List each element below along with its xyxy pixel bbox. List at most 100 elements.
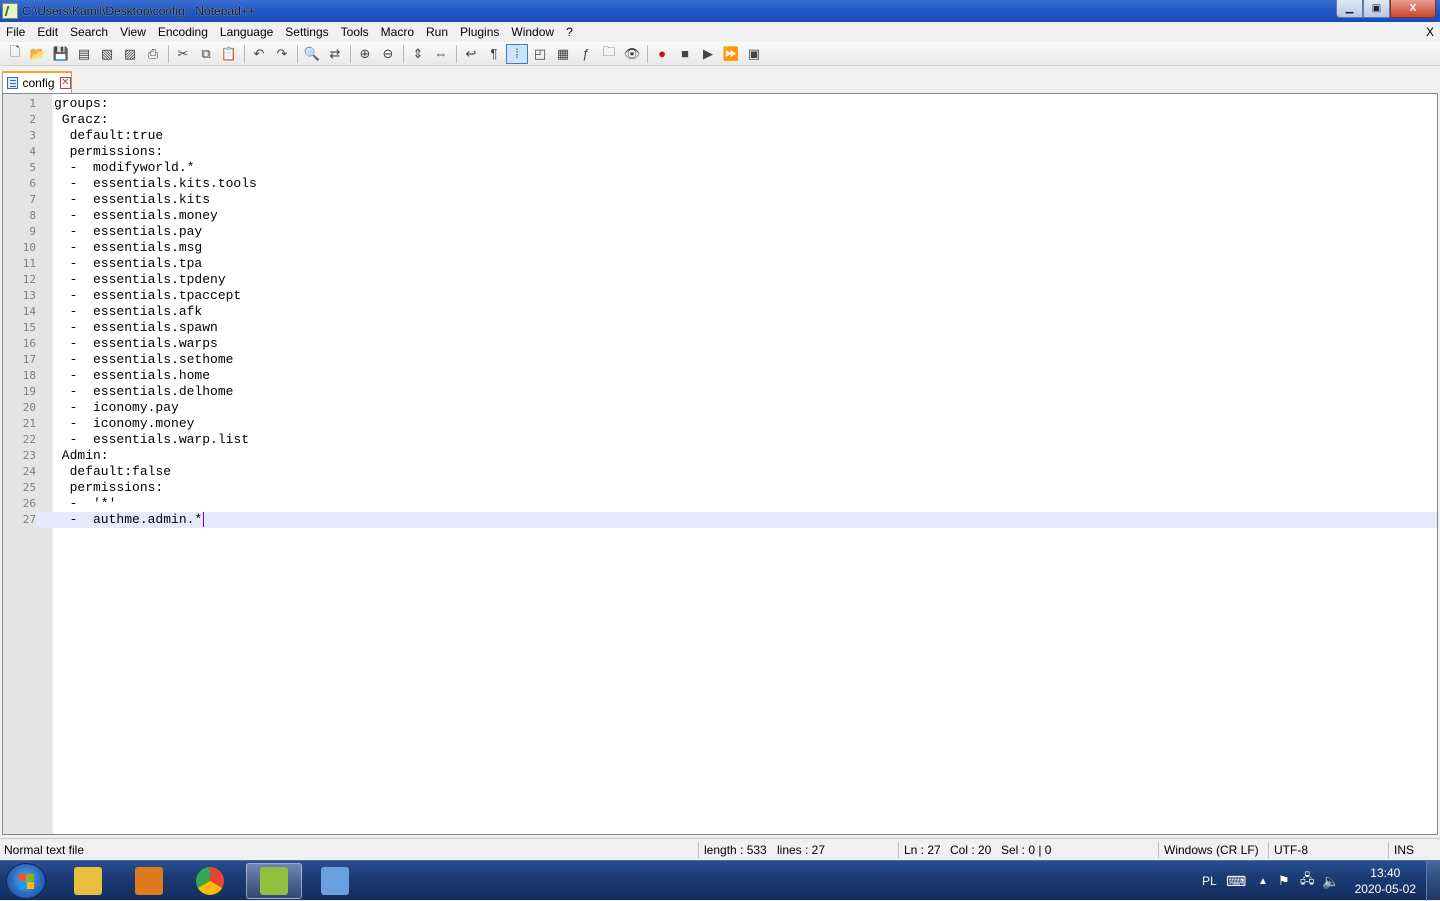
close-all-icon[interactable]: ▨: [119, 44, 141, 64]
editor-line[interactable]: 11 - essentials.tpa: [3, 256, 1437, 272]
line-text[interactable]: - essentials.afk: [54, 304, 203, 320]
zoom-in-icon[interactable]: ⊕: [354, 44, 376, 64]
editor-line[interactable]: 23 Admin:: [3, 448, 1437, 464]
editor-line[interactable]: 13 - essentials.tpaccept: [3, 288, 1437, 304]
editor-line[interactable]: 21 - iconomy.money: [3, 416, 1437, 432]
notepadpp-app-icon[interactable]: [2, 3, 18, 19]
status-encoding[interactable]: UTF-8: [1270, 839, 1308, 861]
taskbar-app-media-player[interactable]: [121, 863, 177, 899]
find-icon[interactable]: 🔍: [301, 44, 323, 64]
line-text[interactable]: - essentials.pay: [54, 224, 203, 240]
copy-icon[interactable]: ⧉: [195, 44, 217, 64]
minimize-button[interactable]: ▁: [1336, 0, 1363, 18]
stop-record-icon[interactable]: ■: [674, 44, 696, 64]
sync-vertical-icon[interactable]: ⇕: [407, 44, 429, 64]
status-insert-mode[interactable]: INS: [1390, 839, 1414, 861]
taskbar-app-notepadpp[interactable]: [246, 863, 302, 899]
volume-icon[interactable]: 🔈: [1322, 861, 1339, 901]
run-macro-multiple-icon[interactable]: ⏩: [720, 44, 742, 64]
editor-line[interactable]: 1 groups:: [3, 96, 1437, 112]
editor-line[interactable]: 12 - essentials.tpdeny: [3, 272, 1437, 288]
menu-item-language[interactable]: Language: [214, 22, 279, 42]
menu-item-macro[interactable]: Macro: [375, 22, 420, 42]
editor-line[interactable]: 9 - essentials.pay: [3, 224, 1437, 240]
line-text[interactable]: - essentials.warps: [54, 336, 218, 352]
editor-line[interactable]: 26 - '*': [3, 496, 1437, 512]
editor-line[interactable]: 2 Gracz:: [3, 112, 1437, 128]
close-file-icon[interactable]: ▧: [96, 44, 118, 64]
tab-close-icon[interactable]: ✕: [59, 77, 71, 89]
editor-line[interactable]: 24 default:false: [3, 464, 1437, 480]
editor-line[interactable]: 25 permissions:: [3, 480, 1437, 496]
maximize-button[interactable]: ▣: [1363, 0, 1390, 18]
function-list-icon[interactable]: ƒ: [575, 44, 597, 64]
editor-line[interactable]: 6 - essentials.kits.tools: [3, 176, 1437, 192]
line-text[interactable]: - essentials.msg: [54, 240, 203, 256]
start-button[interactable]: [6, 863, 46, 899]
line-text[interactable]: - essentials.money: [54, 208, 218, 224]
menu-item-edit[interactable]: Edit: [31, 22, 64, 42]
menu-item-encoding[interactable]: Encoding: [152, 22, 214, 42]
close-document-button[interactable]: X: [1426, 22, 1434, 42]
zoom-out-icon[interactable]: ⊖: [377, 44, 399, 64]
editor-line[interactable]: 22 - essentials.warp.list: [3, 432, 1437, 448]
playback-macro-icon[interactable]: ▶: [697, 44, 719, 64]
menu-item-run[interactable]: Run: [420, 22, 454, 42]
show-desktop-button[interactable]: [1426, 861, 1440, 901]
record-macro-icon[interactable]: ●: [651, 44, 673, 64]
editor-line[interactable]: 14 - essentials.afk: [3, 304, 1437, 320]
line-text[interactable]: default:true: [54, 128, 164, 144]
folder-workspace-icon[interactable]: 🗀: [598, 44, 620, 64]
network-icon[interactable]: 🖧: [1300, 861, 1315, 901]
line-text[interactable]: permissions:: [54, 144, 164, 160]
editor-line[interactable]: 15 - essentials.spawn: [3, 320, 1437, 336]
menu-item-file[interactable]: File: [0, 22, 31, 42]
save-icon[interactable]: 💾: [50, 44, 72, 64]
editor-line[interactable]: 20 - iconomy.pay: [3, 400, 1437, 416]
cut-icon[interactable]: ✂: [172, 44, 194, 64]
show-hidden-icons-icon[interactable]: ▲: [1258, 861, 1268, 901]
undo-icon[interactable]: ↶: [248, 44, 270, 64]
editor-line[interactable]: 27 - authme.admin.*: [3, 512, 1437, 528]
line-text[interactable]: - essentials.tpaccept: [54, 288, 242, 304]
editor-line[interactable]: 10 - essentials.msg: [3, 240, 1437, 256]
text-editor[interactable]: 1 groups: 2 Gracz: 3 default:true 4 permissi…: [2, 93, 1438, 835]
menu-item-window[interactable]: Window: [505, 22, 560, 42]
editor-line[interactable]: 4 permissions:: [3, 144, 1437, 160]
editor-line[interactable]: 5 - modifyworld.*: [3, 160, 1437, 176]
save-macro-icon[interactable]: ▣: [743, 44, 765, 64]
taskbar-app-explorer[interactable]: [60, 863, 116, 899]
editor-line[interactable]: 3 default:true: [3, 128, 1437, 144]
line-text[interactable]: - essentials.sethome: [54, 352, 234, 368]
line-text[interactable]: - essentials.kits.tools: [54, 176, 257, 192]
line-text[interactable]: default:false: [54, 464, 171, 480]
editor-line[interactable]: 8 - essentials.money: [3, 208, 1437, 224]
doc-map-icon[interactable]: ▦: [552, 44, 574, 64]
action-center-icon[interactable]: ⚑: [1278, 861, 1290, 901]
close-button[interactable]: X: [1390, 0, 1436, 18]
language-indicator[interactable]: PL: [1202, 861, 1217, 901]
editor-lines[interactable]: 1 groups: 2 Gracz: 3 default:true 4 permissi…: [3, 96, 1437, 528]
editor-line[interactable]: 19 - essentials.delhome: [3, 384, 1437, 400]
status-eol[interactable]: Windows (CR LF): [1160, 839, 1259, 861]
line-text[interactable]: - essentials.kits: [54, 192, 210, 208]
line-text[interactable]: - essentials.delhome: [54, 384, 234, 400]
menu-item-view[interactable]: View: [114, 22, 152, 42]
line-text[interactable]: - essentials.tpa: [54, 256, 203, 272]
indent-guide-icon[interactable]: ⁞: [506, 43, 528, 64]
line-text[interactable]: permissions:: [54, 480, 164, 496]
sync-horizontal-icon[interactable]: ⇔: [430, 44, 452, 64]
line-text[interactable]: groups:: [54, 96, 109, 112]
line-text[interactable]: - essentials.home: [54, 368, 210, 384]
taskbar-app-paint[interactable]: [307, 863, 363, 899]
menu-item-help[interactable]: ?: [560, 22, 579, 42]
save-all-icon[interactable]: ▤: [73, 44, 95, 64]
paste-icon[interactable]: 📋: [218, 44, 240, 64]
menu-item-settings[interactable]: Settings: [279, 22, 334, 42]
line-text[interactable]: - '*': [54, 496, 117, 512]
line-text[interactable]: - modifyworld.*: [54, 160, 195, 176]
line-text[interactable]: - authme.admin.*: [54, 512, 205, 528]
line-text[interactable]: - iconomy.pay: [54, 400, 179, 416]
word-wrap-icon[interactable]: ↩: [460, 44, 482, 64]
editor-line[interactable]: 18 - essentials.home: [3, 368, 1437, 384]
